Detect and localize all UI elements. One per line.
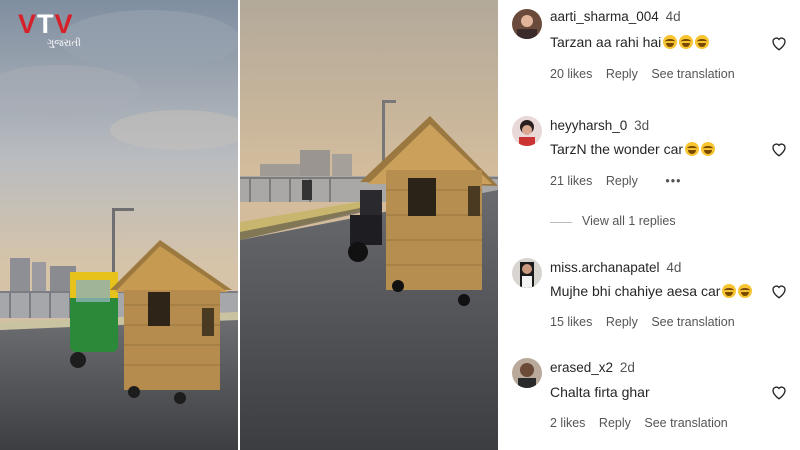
vtv-logo: VTV ગુજરાતી — [18, 10, 81, 49]
logo-letter-v2: V — [54, 9, 74, 39]
comment-text: TarzN the wonder car — [550, 141, 716, 157]
avatar[interactable] — [512, 258, 542, 288]
comment-meta: 21 likes Reply ••• — [550, 174, 691, 188]
comment-meta: 20 likes Reply See translation — [550, 67, 745, 81]
heart-outline-icon[interactable] — [770, 34, 788, 52]
avatar[interactable] — [512, 116, 542, 146]
comment-text: Mujhe bhi chahiye aesa car — [550, 283, 753, 299]
laughing-emoji-icon — [722, 284, 737, 298]
comment-text: Tarzan aa rahi hai — [550, 34, 710, 50]
laughing-emoji-icon — [679, 35, 694, 49]
reply-button[interactable]: Reply — [606, 174, 638, 188]
likes-count[interactable]: 2 likes — [550, 416, 585, 430]
laughing-emoji-icon — [738, 284, 753, 298]
logo-letter-v: V — [18, 9, 38, 39]
comment-meta: 15 likes Reply See translation — [550, 315, 745, 329]
see-translation-button[interactable]: See translation — [644, 416, 727, 430]
video-frame-left: VTV ગુજરાતી — [0, 0, 238, 450]
comment-time: 4d — [665, 9, 681, 24]
comments-panel: aarti_sharma_004 4d Tarzan aa rahi hai 2… — [500, 0, 800, 450]
reply-button[interactable]: Reply — [599, 416, 631, 430]
avatar[interactable] — [512, 9, 542, 39]
more-options-icon[interactable]: ••• — [665, 174, 681, 188]
laughing-emoji-icon — [685, 142, 700, 156]
divider-line — [550, 222, 572, 223]
heart-outline-icon[interactable] — [770, 282, 788, 300]
heart-outline-icon[interactable] — [770, 383, 788, 401]
laughing-emoji-icon — [695, 35, 710, 49]
see-translation-button[interactable]: See translation — [651, 315, 734, 329]
comment-time: 3d — [634, 118, 650, 133]
comment-username[interactable]: heyyharsh_0 3d — [550, 118, 649, 133]
avatar[interactable] — [512, 358, 542, 388]
view-replies-button[interactable]: View all 1 replies — [582, 214, 676, 228]
laughing-emoji-icon — [701, 142, 716, 156]
comment-username[interactable]: erased_x2 2d — [550, 360, 635, 375]
reply-button[interactable]: Reply — [606, 315, 638, 329]
logo-letter-t: T — [37, 9, 55, 39]
comment-username[interactable]: aarti_sharma_004 4d — [550, 9, 681, 24]
video-frame-middle — [240, 0, 498, 450]
comment-time: 2d — [619, 360, 635, 375]
likes-count[interactable]: 21 likes — [550, 174, 592, 188]
logo-subtitle: ગુજરાતી — [47, 38, 81, 49]
likes-count[interactable]: 20 likes — [550, 67, 592, 81]
comment-time: 4d — [666, 260, 682, 275]
reply-button[interactable]: Reply — [606, 67, 638, 81]
see-translation-button[interactable]: See translation — [651, 67, 734, 81]
laughing-emoji-icon — [663, 35, 678, 49]
comment-username[interactable]: miss.archanapatel 4d — [550, 260, 681, 275]
comment-meta: 2 likes Reply See translation — [550, 416, 738, 430]
likes-count[interactable]: 15 likes — [550, 315, 592, 329]
comment-text: Chalta firta ghar — [550, 384, 650, 400]
heart-outline-icon[interactable] — [770, 140, 788, 158]
